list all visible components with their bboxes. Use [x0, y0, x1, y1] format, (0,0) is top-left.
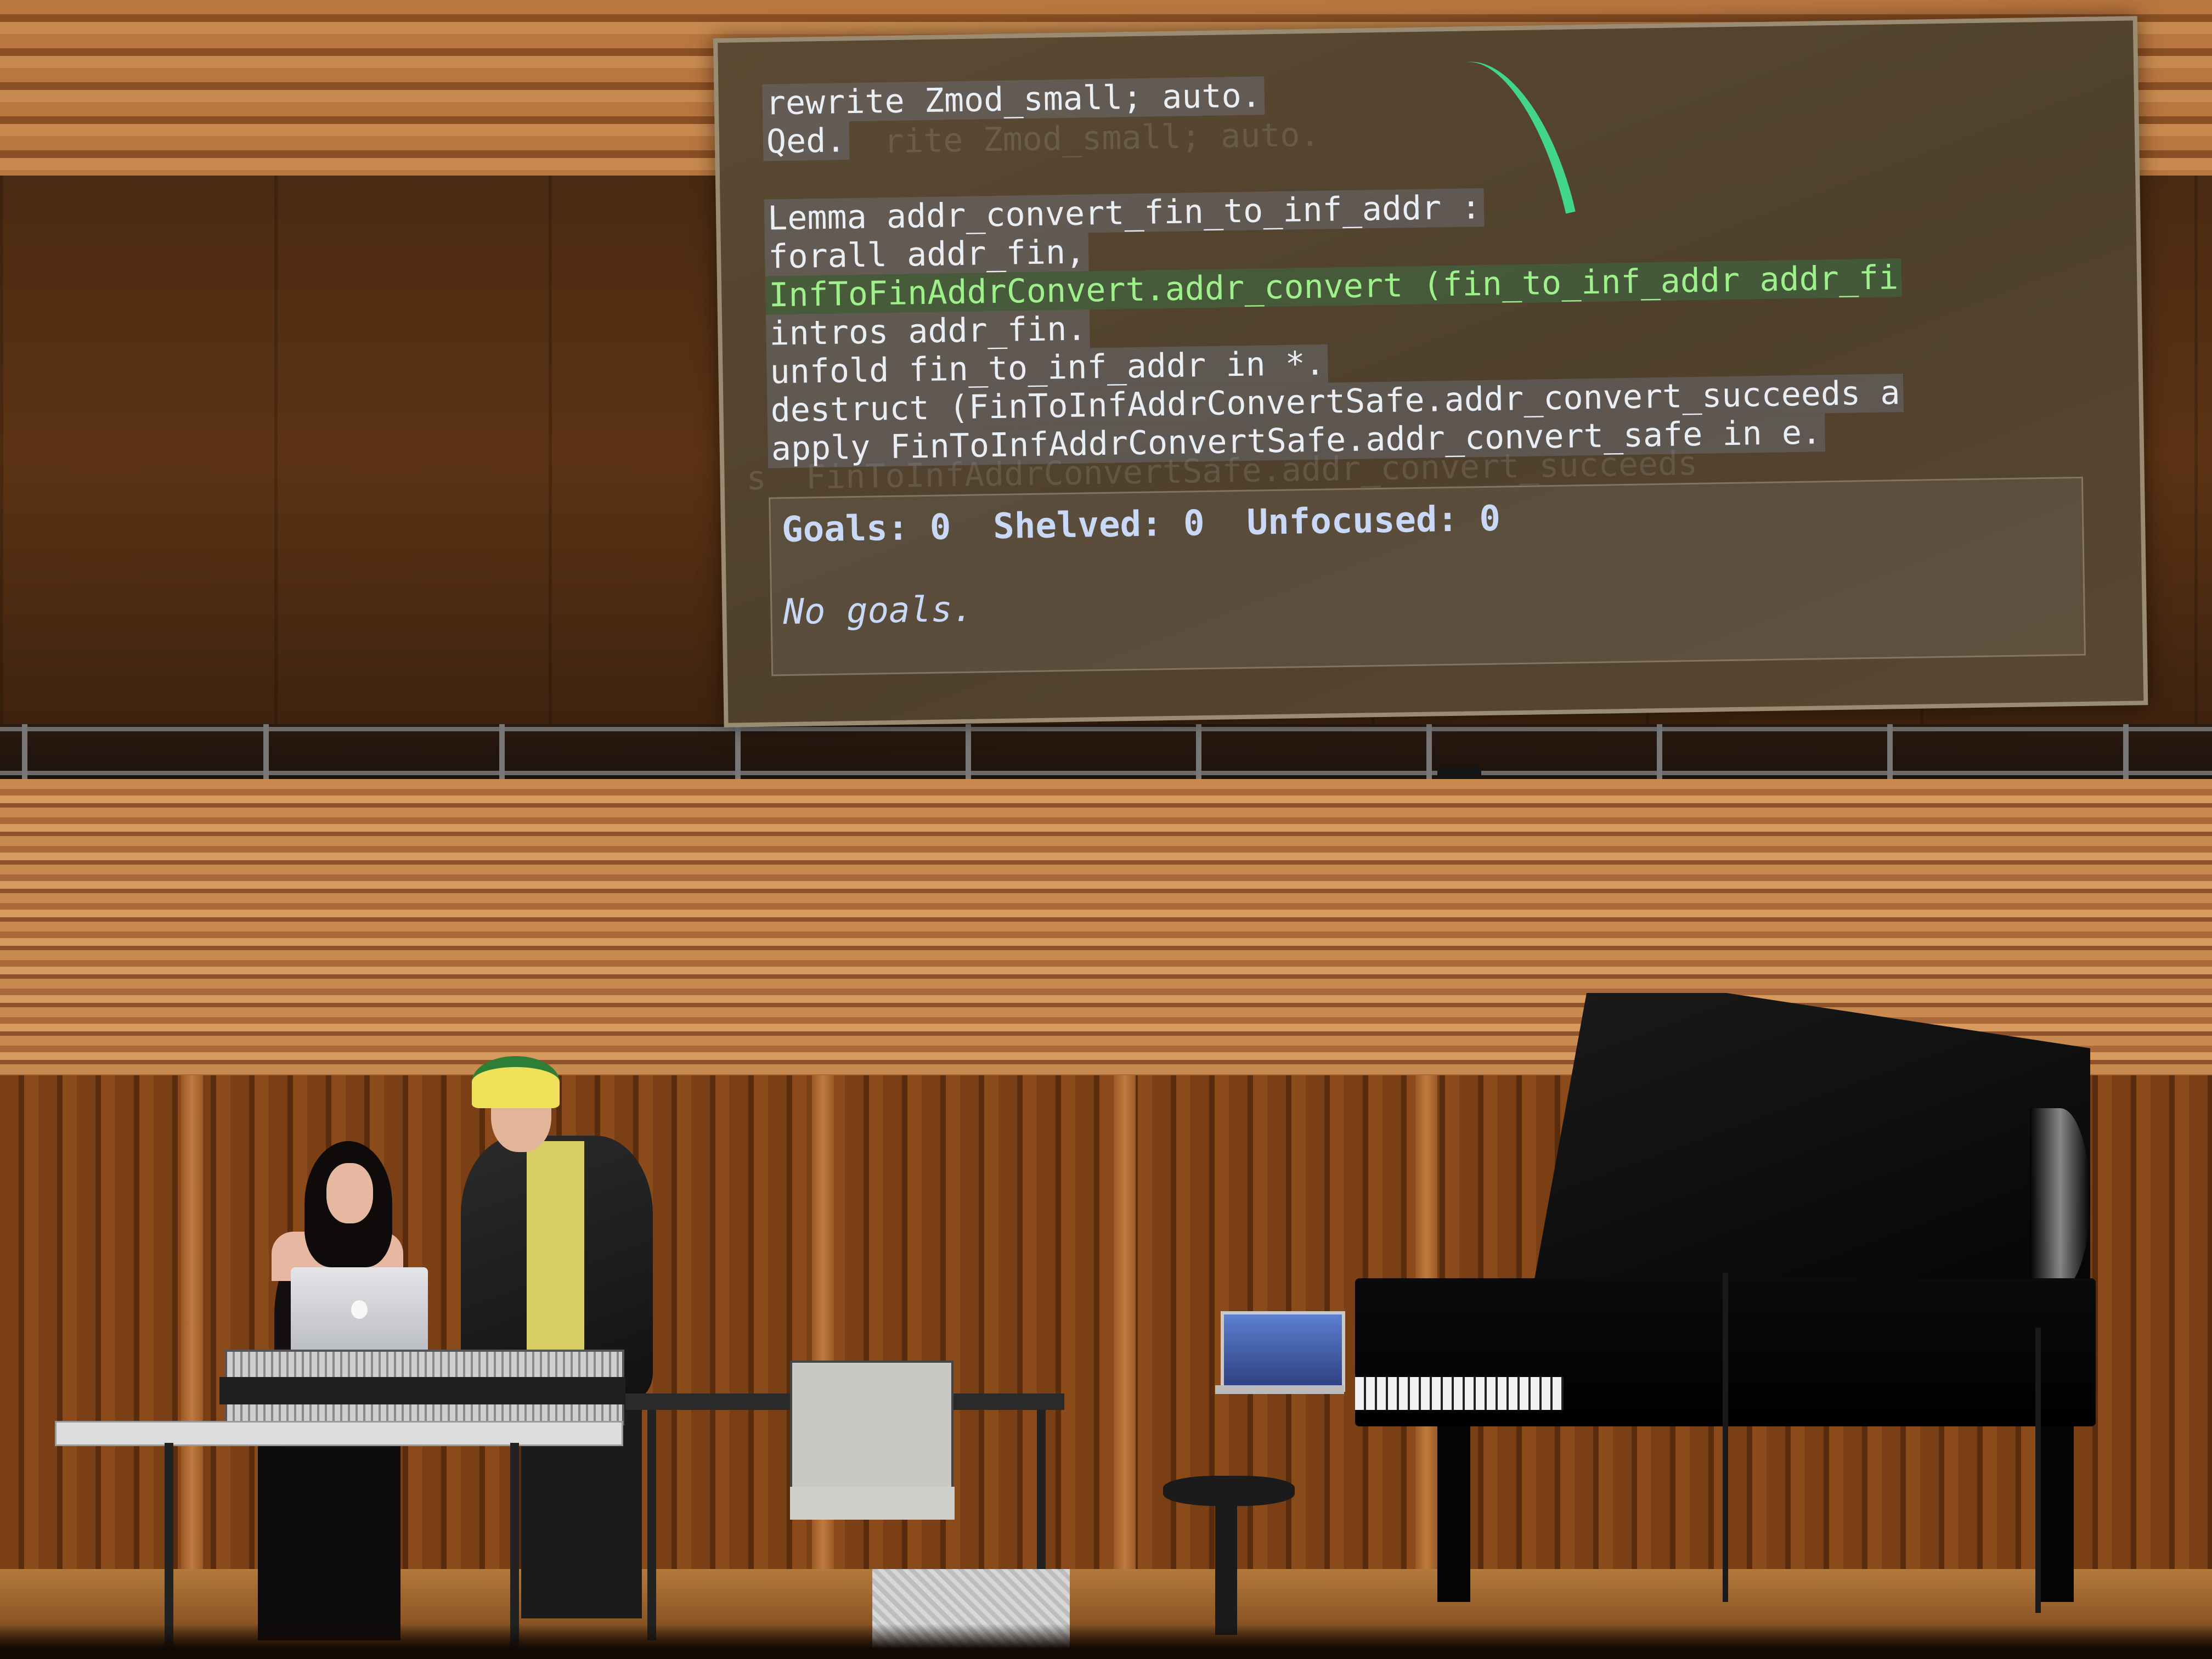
- no-goals-message: No goals.: [782, 589, 974, 633]
- mic-stand: [2035, 1328, 2041, 1613]
- piano-lid: [1531, 993, 2090, 1300]
- laptop-right-screen: [1221, 1311, 1345, 1392]
- balcony-rail-top: [0, 727, 2212, 731]
- rail-post: [1887, 724, 1893, 785]
- code-line: forall addr_fin,: [764, 233, 1089, 276]
- laptop-right-base: [1215, 1385, 1344, 1394]
- code-line: Lemma addr_convert_fin_to_inf_addr :: [764, 188, 1485, 238]
- wall-pillar: [181, 1075, 203, 1580]
- code-line: intros addr_fin.: [765, 309, 1090, 353]
- code-line: Qed.: [763, 121, 850, 161]
- piano-keyboard: [1355, 1377, 1564, 1410]
- rail-post: [966, 724, 971, 785]
- table-leg: [1037, 1410, 1046, 1575]
- rail-post: [1426, 724, 1432, 785]
- piano-leg: [2041, 1426, 2074, 1602]
- laptop-left: [291, 1267, 428, 1355]
- performer-right-shirt: [527, 1141, 584, 1350]
- code-line: rewrite Zmod_small; auto.: [762, 76, 1265, 123]
- chair-back: [790, 1361, 953, 1497]
- balcony-rail-bottom: [0, 771, 2212, 775]
- wall-pillar: [1114, 1075, 1136, 1580]
- performer-left-face: [326, 1163, 373, 1223]
- rail-post: [1196, 724, 1201, 785]
- ghost-text: rite Zmod_small; auto.: [883, 115, 1321, 161]
- rail-post: [735, 724, 741, 785]
- synth-case: [219, 1377, 625, 1404]
- rail-post: [22, 724, 27, 785]
- balcony: [0, 724, 2212, 785]
- goals-panel: Goals: 0 Shelved: 0 Unfocused: 0 No goal…: [769, 476, 2086, 676]
- audience-silhouettes: [0, 1624, 2212, 1659]
- performer-right-cap: [472, 1056, 560, 1108]
- rail-post: [1657, 724, 1662, 785]
- rail-post: [2123, 724, 2129, 785]
- rail-post: [263, 724, 269, 785]
- piano-stool-leg: [1215, 1503, 1237, 1635]
- table-leg: [647, 1410, 656, 1640]
- chair-seat: [790, 1487, 955, 1520]
- projection-screen: rite Zmod_small; auto. s FinToInfAddrCon…: [713, 16, 2148, 727]
- performer-left-skirt: [258, 1443, 400, 1640]
- rail-post: [499, 724, 505, 785]
- piano-rim: [2030, 1108, 2090, 1289]
- goals-status: Goals: 0 Shelved: 0 Unfocused: 0: [781, 498, 1501, 551]
- piano-stool-seat: [1163, 1476, 1295, 1506]
- table-left: [55, 1421, 623, 1446]
- piano-leg: [1437, 1426, 1470, 1602]
- mic-stand: [1723, 1273, 1728, 1602]
- apple-logo-icon: [351, 1300, 368, 1319]
